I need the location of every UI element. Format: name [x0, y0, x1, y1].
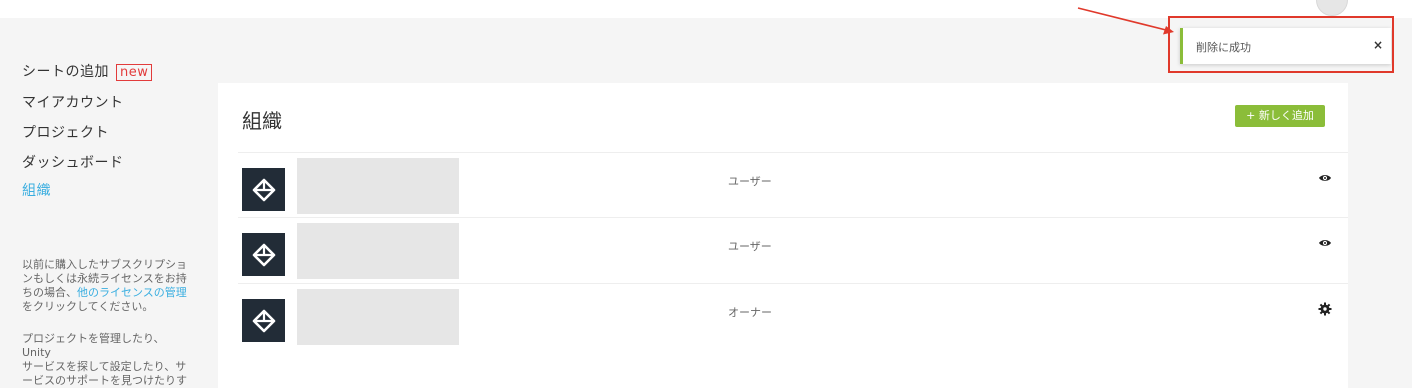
organization-name-placeholder [297, 158, 459, 214]
sidebar-item-organizations[interactable]: 組織 [22, 180, 51, 200]
note-text: ちの場合、 [22, 286, 77, 299]
services-note: プロジェクトを管理したり、Unity サービスを探して設定したり、サ ービスのサ… [22, 332, 190, 388]
sidebar-item-label: シートの追加 [22, 64, 109, 80]
new-badge: new [115, 64, 153, 81]
note-line: ンもしくは永続ライセンスをお持 [22, 272, 187, 285]
note-line: プロジェクトを管理したり、Unity [22, 332, 165, 359]
unity-logo-icon [242, 299, 285, 342]
sidebar: シートの追加 new マイアカウント プロジェクト ダッシュボード 組織 以前に… [0, 18, 218, 388]
organization-name-placeholder [297, 223, 459, 279]
add-new-button[interactable]: + 新しく追加 [1235, 105, 1325, 127]
sidebar-item-dashboard[interactable]: ダッシュボード [22, 152, 124, 172]
license-note: 以前に購入したサブスクリプショ ンもしくは永続ライセンスをお持 ちの場合、他のラ… [22, 258, 190, 314]
note-line: サービスを探して設定したり、サ [22, 360, 187, 373]
organization-row[interactable]: ユーザー [238, 217, 1348, 283]
organization-name-placeholder [297, 289, 459, 345]
organization-row[interactable]: ユーザー [238, 152, 1348, 218]
role-label: ユーザー [728, 175, 772, 188]
sidebar-item-projects[interactable]: プロジェクト [22, 122, 109, 142]
eye-icon[interactable] [1318, 236, 1332, 250]
note-line: ちの場合、他のライセンスの管理 [22, 286, 190, 300]
sidebar-item-my-account[interactable]: マイアカウント [22, 92, 124, 112]
organizations-panel: 組織 + 新しく追加 ユーザー ユーザー オーナー [218, 83, 1348, 388]
manage-other-licenses-link[interactable]: 他のライセンスの管理 [77, 286, 187, 299]
organization-row[interactable]: オーナー [238, 283, 1348, 349]
unity-logo-icon [242, 168, 285, 211]
gear-icon[interactable] [1318, 302, 1332, 316]
unity-logo-icon [242, 233, 285, 276]
annotation-highlight-box [1168, 16, 1394, 73]
sidebar-item-add-seats[interactable]: シートの追加 new [22, 61, 153, 81]
role-label: オーナー [728, 306, 772, 319]
eye-icon[interactable] [1318, 171, 1332, 185]
page-title: 組織 [242, 109, 282, 133]
annotation-arrow-icon [1077, 7, 1174, 35]
role-label: ユーザー [728, 240, 772, 253]
note-line: ービスのサポートを見つけたりす [22, 374, 187, 387]
note-line: 以前に購入したサブスクリプショ [22, 258, 187, 271]
note-line: をクリックしてください。 [22, 300, 154, 313]
